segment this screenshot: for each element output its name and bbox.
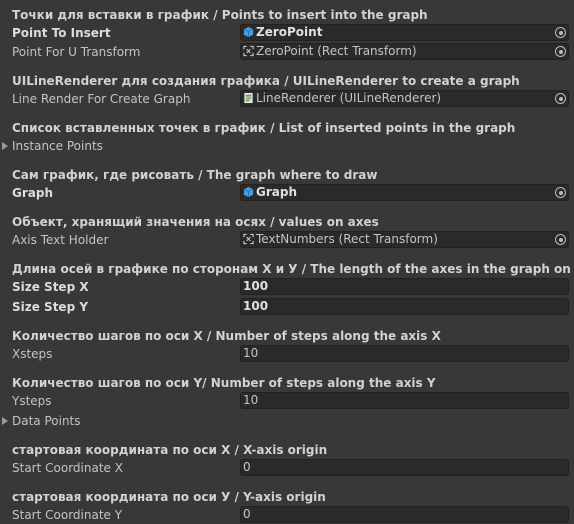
object-picker-icon[interactable]	[555, 46, 566, 57]
object-picker-icon[interactable]	[555, 93, 566, 104]
field-label: Graph	[12, 186, 53, 200]
object-field-line-render[interactable]: LineRenderer (UILineRenderer)	[240, 90, 569, 107]
field-row-ysteps: Ysteps 10	[0, 392, 574, 410]
field-value: TextNumbers (Rect Transform)	[256, 232, 438, 246]
field-row-line-render: Line Render For Create Graph LineRendere…	[0, 90, 574, 108]
section-header-points-to-insert: Точки для вставки в график / Points to i…	[12, 8, 428, 22]
section-header-steps-x: Количество шагов по оси X / Number of st…	[12, 329, 441, 343]
foldout-instance-points[interactable]: Instance Points	[0, 137, 574, 155]
object-picker-icon[interactable]	[555, 27, 566, 38]
rect-transform-icon	[243, 233, 254, 245]
section-header-steps-y: Количество шагов по оси Y/ Number of ste…	[12, 376, 436, 390]
field-label: Xsteps	[12, 347, 53, 361]
field-value: LineRenderer (UILineRenderer)	[256, 91, 442, 105]
section-header-inserted-points: Список вставленных точек в график / List…	[12, 121, 516, 135]
object-field-graph[interactable]: Graph	[240, 184, 569, 201]
section-header-graph: Сам график, где рисовать / The graph whe…	[12, 168, 378, 182]
field-label: Line Render For Create Graph	[12, 92, 191, 106]
number-field-size-step-x[interactable]: 100	[240, 278, 569, 295]
foldout-label[interactable]: Data Points	[12, 412, 81, 430]
section-header-axis-length: Длина осей в графике по сторонам X и У /…	[12, 262, 574, 276]
field-label: Point To Insert	[12, 26, 111, 40]
field-label: Start Coordinate Y	[12, 508, 123, 522]
field-label: Point For U Transform	[12, 45, 141, 59]
prefab-cube-icon	[243, 186, 254, 198]
object-field-point-for-u[interactable]: ZeroPoint (Rect Transform)	[240, 43, 569, 60]
number-field-ysteps[interactable]: 10	[240, 392, 569, 409]
foldout-data-points[interactable]: Data Points	[0, 412, 574, 430]
script-icon	[244, 92, 253, 104]
object-field-point-to-insert[interactable]: ZeroPoint	[240, 24, 569, 41]
number-field-start-y[interactable]: 0	[240, 506, 569, 523]
number-field-size-step-y[interactable]: 100	[240, 298, 569, 315]
field-row-size-step-x: Size Step X 100	[0, 278, 574, 296]
field-label: Size Step Y	[12, 300, 89, 314]
object-picker-icon[interactable]	[555, 187, 566, 198]
field-row-point-for-u: Point For U Transform ZeroPoint (Rect Tr…	[0, 43, 574, 61]
field-row-size-step-y: Size Step Y 100	[0, 298, 574, 316]
foldout-label[interactable]: Instance Points	[12, 137, 103, 155]
field-row-axis-text: Axis Text Holder TextNumbers (Rect Trans…	[0, 231, 574, 249]
field-row-xsteps: Xsteps 10	[0, 345, 574, 363]
foldout-arrow-icon[interactable]	[2, 417, 8, 425]
section-header-line-renderer: UILineRenderer для создания графика / UI…	[12, 74, 520, 88]
number-field-start-x[interactable]: 0	[240, 459, 569, 476]
field-label: Ysteps	[12, 394, 52, 408]
field-value: ZeroPoint (Rect Transform)	[256, 44, 417, 58]
section-header-axis-values: Объект, хранящий значения на осях / valu…	[12, 215, 379, 229]
field-row-point-to-insert: Point To Insert ZeroPoint	[0, 24, 574, 42]
field-label: Axis Text Holder	[12, 233, 109, 247]
field-value: Graph	[256, 185, 297, 199]
foldout-arrow-icon[interactable]	[2, 142, 8, 150]
field-row-start-x: Start Coordinate X 0	[0, 459, 574, 477]
field-row-graph: Graph Graph	[0, 184, 574, 202]
field-label: Size Step X	[12, 280, 89, 294]
object-field-axis-text[interactable]: TextNumbers (Rect Transform)	[240, 231, 569, 248]
prefab-cube-icon	[243, 26, 254, 38]
rect-transform-icon	[243, 45, 254, 57]
number-field-xsteps[interactable]: 10	[240, 345, 569, 362]
section-header-x-origin: стартовая координата по оси X / X-axis o…	[12, 443, 328, 457]
field-value: ZeroPoint	[256, 25, 323, 39]
field-row-start-y: Start Coordinate Y 0	[0, 506, 574, 524]
object-picker-icon[interactable]	[555, 234, 566, 245]
field-label: Start Coordinate X	[12, 461, 123, 475]
section-header-y-origin: стартовая координата по оси У / Y-axis o…	[12, 490, 326, 504]
